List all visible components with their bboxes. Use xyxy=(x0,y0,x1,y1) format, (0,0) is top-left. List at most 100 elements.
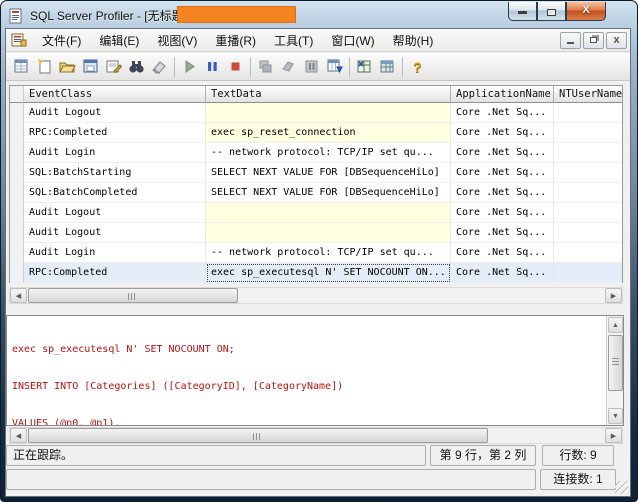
scroll-up-icon[interactable]: ▲ xyxy=(608,317,623,333)
header-ntusername[interactable]: NTUserName xyxy=(554,86,622,103)
cell-eventclass[interactable]: Audit Login xyxy=(24,143,206,163)
scroll-down-icon[interactable]: ▼ xyxy=(608,408,623,424)
cell-ntusername[interactable] xyxy=(554,183,622,203)
header-eventclass[interactable]: EventClass xyxy=(24,86,206,103)
row-selector[interactable] xyxy=(10,263,24,283)
table-row[interactable]: SQL:BatchStarting SELECT NEXT VALUE FOR … xyxy=(10,163,622,183)
cell-applicationname[interactable]: Core .Net Sq... xyxy=(451,143,554,163)
open-trace-button[interactable] xyxy=(56,55,79,78)
scroll-right-icon[interactable]: ▶ xyxy=(605,428,622,443)
cell-textdata-focused[interactable]: exec sp_executesql N' SET NOCOUNT ON... xyxy=(206,263,451,283)
toggle-grouped-button[interactable] xyxy=(300,55,323,78)
cascade-windows-button[interactable] xyxy=(254,55,277,78)
find-button[interactable] xyxy=(125,55,148,78)
textdata-detail-pane[interactable]: exec sp_executesql N' SET NOCOUNT ON; IN… xyxy=(6,315,624,426)
title-bar[interactable]: SQL Server Profiler - [无标题 - 1 X xyxy=(8,2,631,26)
row-selector[interactable] xyxy=(10,243,24,263)
cell-textdata[interactable]: -- network protocol: TCP/IP set qu... xyxy=(206,143,451,163)
cell-ntusername[interactable] xyxy=(554,143,622,163)
cell-eventclass[interactable]: SQL:BatchCompleted xyxy=(24,183,206,203)
detail-horizontal-scrollbar[interactable]: ◀ ▶ xyxy=(9,427,623,444)
menu-view[interactable]: 视图(V) xyxy=(148,29,206,52)
scrollbar-thumb[interactable] xyxy=(28,288,238,303)
cell-eventclass[interactable]: RPC:Completed xyxy=(24,123,206,143)
cell-eventclass[interactable]: SQL:BatchStarting xyxy=(24,163,206,183)
row-selector[interactable] xyxy=(10,103,24,123)
cell-applicationname[interactable]: Core .Net Sq... xyxy=(451,243,554,263)
save-trace-button[interactable] xyxy=(79,55,102,78)
cell-eventclass[interactable]: Audit Logout xyxy=(24,203,206,223)
cell-ntusername[interactable] xyxy=(554,263,622,283)
menu-replay[interactable]: 重播(R) xyxy=(206,29,265,52)
mdi-restore-button[interactable] xyxy=(583,31,604,49)
cell-ntusername[interactable] xyxy=(554,223,622,243)
table-row[interactable]: Audit Logout Core .Net Sq... xyxy=(10,203,622,223)
cell-applicationname[interactable]: Core .Net Sq... xyxy=(451,223,554,243)
grid-horizontal-scrollbar[interactable]: ◀ ▶ xyxy=(9,287,623,304)
header-textdata[interactable]: TextData xyxy=(206,86,451,103)
table-row[interactable]: Audit Logout Core .Net Sq... xyxy=(10,223,622,243)
properties-button[interactable] xyxy=(102,55,125,78)
cell-textdata[interactable] xyxy=(206,103,451,123)
cell-ntusername[interactable] xyxy=(554,103,622,123)
tile-windows-button[interactable] xyxy=(277,55,300,78)
table-row[interactable]: Audit Login -- network protocol: TCP/IP … xyxy=(10,243,622,263)
cell-textdata[interactable]: exec sp_reset_connection xyxy=(206,123,451,143)
cell-textdata[interactable]: SELECT NEXT VALUE FOR [DBSequenceHiLo] xyxy=(206,163,451,183)
table-row[interactable]: Audit Logout Core .Net Sq... xyxy=(10,103,622,123)
table-row-selected[interactable]: RPC:Completed exec sp_executesql N' SET … xyxy=(10,263,622,283)
resize-grip[interactable] xyxy=(615,481,628,494)
scroll-right-icon[interactable]: ▶ xyxy=(605,288,622,303)
row-selector[interactable] xyxy=(10,223,24,243)
scroll-left-icon[interactable]: ◀ xyxy=(10,428,27,443)
pause-trace-button[interactable] xyxy=(201,55,224,78)
table-row[interactable]: RPC:Completed exec sp_reset_connection C… xyxy=(10,123,622,143)
menu-edit[interactable]: 编辑(E) xyxy=(90,29,148,52)
menu-window[interactable]: 窗口(W) xyxy=(322,29,383,52)
start-trace-button[interactable] xyxy=(178,55,201,78)
cell-ntusername[interactable] xyxy=(554,243,622,263)
close-button[interactable]: X xyxy=(566,2,606,21)
row-selector[interactable] xyxy=(10,183,24,203)
cell-applicationname[interactable]: Core .Net Sq... xyxy=(451,123,554,143)
cell-ntusername[interactable] xyxy=(554,123,622,143)
mdi-close-button[interactable]: x xyxy=(606,31,627,49)
grid-view-button[interactable] xyxy=(376,55,399,78)
extract-events-button[interactable] xyxy=(353,55,376,78)
menu-tools[interactable]: 工具(T) xyxy=(265,29,322,52)
help-button[interactable]: ? xyxy=(406,55,429,78)
table-row[interactable]: Audit Login -- network protocol: TCP/IP … xyxy=(10,143,622,163)
row-selector[interactable] xyxy=(10,163,24,183)
detail-vertical-scrollbar[interactable]: ▲ ▼ xyxy=(606,316,623,425)
cell-applicationname[interactable]: Core .Net Sq... xyxy=(451,183,554,203)
column-chooser-button[interactable] xyxy=(323,55,346,78)
cell-textdata[interactable] xyxy=(206,223,451,243)
cell-eventclass[interactable]: Audit Logout xyxy=(24,103,206,123)
cell-applicationname[interactable]: Core .Net Sq... xyxy=(451,103,554,123)
cell-textdata[interactable]: -- network protocol: TCP/IP set qu... xyxy=(206,243,451,263)
cell-eventclass[interactable]: Audit Login xyxy=(24,243,206,263)
cell-ntusername[interactable] xyxy=(554,203,622,223)
row-selector[interactable] xyxy=(10,143,24,163)
scrollbar-thumb[interactable] xyxy=(28,428,488,443)
maximize-button[interactable] xyxy=(537,2,566,21)
clear-trace-button[interactable] xyxy=(148,55,171,78)
new-trace-button[interactable] xyxy=(10,55,33,78)
cell-applicationname[interactable]: Core .Net Sq... xyxy=(451,263,554,283)
scroll-left-icon[interactable]: ◀ xyxy=(10,288,27,303)
menu-file[interactable]: 文件(F) xyxy=(33,29,90,52)
cell-eventclass[interactable]: Audit Logout xyxy=(24,223,206,243)
menu-help[interactable]: 帮助(H) xyxy=(384,29,443,52)
row-selector[interactable] xyxy=(10,203,24,223)
new-file-button[interactable] xyxy=(33,55,56,78)
mdi-minimize-button[interactable] xyxy=(560,31,581,49)
header-applicationname[interactable]: ApplicationName xyxy=(451,86,554,103)
cell-textdata[interactable]: SELECT NEXT VALUE FOR [DBSequenceHiLo] xyxy=(206,183,451,203)
cell-ntusername[interactable] xyxy=(554,163,622,183)
cell-applicationname[interactable]: Core .Net Sq... xyxy=(451,163,554,183)
scrollbar-thumb[interactable] xyxy=(608,335,623,391)
stop-trace-button[interactable] xyxy=(224,55,247,78)
cell-eventclass[interactable]: RPC:Completed xyxy=(24,263,206,283)
row-selector[interactable] xyxy=(10,123,24,143)
cell-textdata[interactable] xyxy=(206,203,451,223)
